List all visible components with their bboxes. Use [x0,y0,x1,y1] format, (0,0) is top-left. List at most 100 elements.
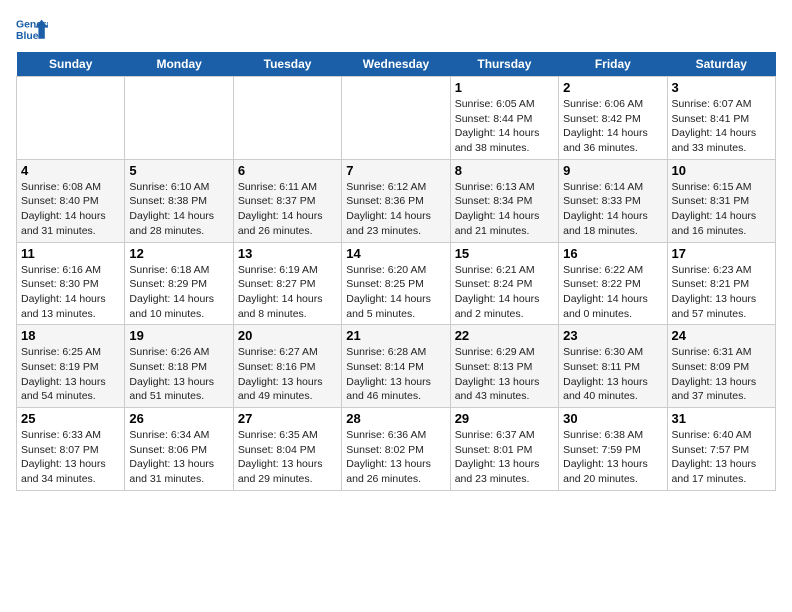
day-number: 7 [346,163,445,178]
calendar-cell: 1 Sunrise: 6:05 AM Sunset: 8:44 PM Daylig… [450,77,558,160]
calendar-cell: 31 Sunrise: 6:40 AM Sunset: 7:57 PM Dayli… [667,408,775,491]
calendar-cell: 27 Sunrise: 6:35 AM Sunset: 8:04 PM Dayli… [233,408,341,491]
calendar-cell: 14 Sunrise: 6:20 AM Sunset: 8:25 PM Dayli… [342,242,450,325]
calendar-cell: 16 Sunrise: 6:22 AM Sunset: 8:22 PM Dayli… [559,242,667,325]
day-number: 17 [672,246,771,261]
day-number: 13 [238,246,337,261]
calendar-cell: 13 Sunrise: 6:19 AM Sunset: 8:27 PM Dayli… [233,242,341,325]
day-info: Sunrise: 6:22 AM Sunset: 8:22 PM Dayligh… [563,263,662,322]
day-info: Sunrise: 6:38 AM Sunset: 7:59 PM Dayligh… [563,428,662,487]
day-number: 10 [672,163,771,178]
day-info: Sunrise: 6:26 AM Sunset: 8:18 PM Dayligh… [129,345,228,404]
day-number: 2 [563,80,662,95]
day-info: Sunrise: 6:37 AM Sunset: 8:01 PM Dayligh… [455,428,554,487]
day-number: 22 [455,328,554,343]
day-info: Sunrise: 6:28 AM Sunset: 8:14 PM Dayligh… [346,345,445,404]
calendar-cell: 30 Sunrise: 6:38 AM Sunset: 7:59 PM Dayli… [559,408,667,491]
day-number: 31 [672,411,771,426]
day-info: Sunrise: 6:11 AM Sunset: 8:37 PM Dayligh… [238,180,337,239]
calendar-cell: 20Sunrise: 6:27 AM Sunset: 8:16 PM Dayli… [233,325,341,408]
calendar-header-row: SundayMondayTuesdayWednesdayThursdayFrid… [17,52,776,77]
day-number: 6 [238,163,337,178]
day-info: Sunrise: 6:07 AM Sunset: 8:41 PM Dayligh… [672,97,771,156]
day-info: Sunrise: 6:21 AM Sunset: 8:24 PM Dayligh… [455,263,554,322]
day-info: Sunrise: 6:20 AM Sunset: 8:25 PM Dayligh… [346,263,445,322]
day-number: 26 [129,411,228,426]
day-info: Sunrise: 6:06 AM Sunset: 8:42 PM Dayligh… [563,97,662,156]
day-info: Sunrise: 6:12 AM Sunset: 8:36 PM Dayligh… [346,180,445,239]
day-info: Sunrise: 6:31 AM Sunset: 8:09 PM Dayligh… [672,345,771,404]
calendar-cell: 29 Sunrise: 6:37 AM Sunset: 8:01 PM Dayli… [450,408,558,491]
calendar-cell: 9Sunrise: 6:14 AM Sunset: 8:33 PM Daylig… [559,159,667,242]
calendar-cell: 2 Sunrise: 6:06 AM Sunset: 8:42 PM Daylig… [559,77,667,160]
day-number: 28 [346,411,445,426]
day-number: 4 [21,163,120,178]
day-number: 5 [129,163,228,178]
calendar-cell [342,77,450,160]
calendar-cell: 22 Sunrise: 6:29 AM Sunset: 8:13 PM Dayli… [450,325,558,408]
calendar-week-2: 4 Sunrise: 6:08 AM Sunset: 8:40 PM Daylig… [17,159,776,242]
day-header-sunday: Sunday [17,52,125,77]
day-info: Sunrise: 6:18 AM Sunset: 8:29 PM Dayligh… [129,263,228,322]
day-info: Sunrise: 6:33 AM Sunset: 8:07 PM Dayligh… [21,428,120,487]
calendar-week-1: 1 Sunrise: 6:05 AM Sunset: 8:44 PM Daylig… [17,77,776,160]
day-number: 1 [455,80,554,95]
day-info: Sunrise: 6:08 AM Sunset: 8:40 PM Dayligh… [21,180,120,239]
calendar-cell: 8Sunrise: 6:13 AM Sunset: 8:34 PM Daylig… [450,159,558,242]
day-info: Sunrise: 6:30 AM Sunset: 8:11 PM Dayligh… [563,345,662,404]
logo: General Blue [16,16,48,44]
day-number: 12 [129,246,228,261]
day-header-thursday: Thursday [450,52,558,77]
svg-text:Blue: Blue [16,31,39,42]
day-number: 14 [346,246,445,261]
calendar-cell: 21 Sunrise: 6:28 AM Sunset: 8:14 PM Dayli… [342,325,450,408]
calendar-cell: 19Sunrise: 6:26 AM Sunset: 8:18 PM Dayli… [125,325,233,408]
day-info: Sunrise: 6:16 AM Sunset: 8:30 PM Dayligh… [21,263,120,322]
day-info: Sunrise: 6:19 AM Sunset: 8:27 PM Dayligh… [238,263,337,322]
calendar-cell: 3 Sunrise: 6:07 AM Sunset: 8:41 PM Daylig… [667,77,775,160]
day-info: Sunrise: 6:15 AM Sunset: 8:31 PM Dayligh… [672,180,771,239]
day-number: 16 [563,246,662,261]
calendar-cell [233,77,341,160]
day-number: 23 [563,328,662,343]
calendar-cell: 11 Sunrise: 6:16 AM Sunset: 8:30 PM Dayli… [17,242,125,325]
calendar-cell [125,77,233,160]
day-info: Sunrise: 6:10 AM Sunset: 8:38 PM Dayligh… [129,180,228,239]
calendar-cell: 26 Sunrise: 6:34 AM Sunset: 8:06 PM Dayli… [125,408,233,491]
day-info: Sunrise: 6:23 AM Sunset: 8:21 PM Dayligh… [672,263,771,322]
day-info: Sunrise: 6:29 AM Sunset: 8:13 PM Dayligh… [455,345,554,404]
logo-icon: General Blue [16,16,48,44]
day-number: 30 [563,411,662,426]
day-header-friday: Friday [559,52,667,77]
day-number: 11 [21,246,120,261]
day-info: Sunrise: 6:05 AM Sunset: 8:44 PM Dayligh… [455,97,554,156]
day-header-wednesday: Wednesday [342,52,450,77]
day-header-tuesday: Tuesday [233,52,341,77]
day-number: 21 [346,328,445,343]
calendar-cell: 5 Sunrise: 6:10 AM Sunset: 8:38 PM Daylig… [125,159,233,242]
calendar-cell: 6 Sunrise: 6:11 AM Sunset: 8:37 PM Daylig… [233,159,341,242]
calendar-cell: 28Sunrise: 6:36 AM Sunset: 8:02 PM Dayli… [342,408,450,491]
day-number: 29 [455,411,554,426]
calendar-week-4: 18 Sunrise: 6:25 AM Sunset: 8:19 PM Dayli… [17,325,776,408]
day-info: Sunrise: 6:40 AM Sunset: 7:57 PM Dayligh… [672,428,771,487]
day-number: 27 [238,411,337,426]
day-info: Sunrise: 6:27 AM Sunset: 8:16 PM Dayligh… [238,345,337,404]
header: General Blue [16,16,776,44]
calendar-cell: 4 Sunrise: 6:08 AM Sunset: 8:40 PM Daylig… [17,159,125,242]
day-number: 3 [672,80,771,95]
day-number: 18 [21,328,120,343]
day-info: Sunrise: 6:34 AM Sunset: 8:06 PM Dayligh… [129,428,228,487]
calendar-table: SundayMondayTuesdayWednesdayThursdayFrid… [16,52,776,491]
day-number: 24 [672,328,771,343]
calendar-cell: 25 Sunrise: 6:33 AM Sunset: 8:07 PM Dayli… [17,408,125,491]
day-info: Sunrise: 6:25 AM Sunset: 8:19 PM Dayligh… [21,345,120,404]
day-header-saturday: Saturday [667,52,775,77]
day-info: Sunrise: 6:13 AM Sunset: 8:34 PM Dayligh… [455,180,554,239]
day-info: Sunrise: 6:35 AM Sunset: 8:04 PM Dayligh… [238,428,337,487]
day-info: Sunrise: 6:14 AM Sunset: 8:33 PM Dayligh… [563,180,662,239]
calendar-body: 1 Sunrise: 6:05 AM Sunset: 8:44 PM Daylig… [17,77,776,491]
calendar-cell: 24 Sunrise: 6:31 AM Sunset: 8:09 PM Dayli… [667,325,775,408]
day-number: 25 [21,411,120,426]
calendar-cell: 15Sunrise: 6:21 AM Sunset: 8:24 PM Dayli… [450,242,558,325]
